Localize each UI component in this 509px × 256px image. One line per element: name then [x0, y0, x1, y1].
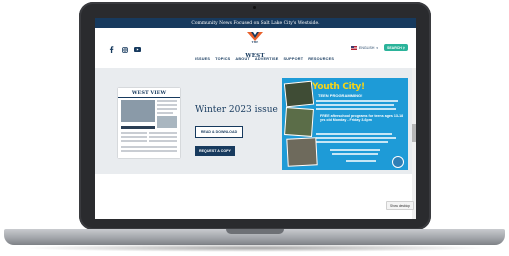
instagram-icon[interactable]: [121, 46, 128, 53]
nav-about[interactable]: ABOUT: [235, 57, 250, 61]
language-label: ENGLISH: [359, 46, 375, 50]
ad-free-text: FREE afterschool programs for teens ages…: [320, 114, 404, 123]
ad-text-line: [316, 100, 398, 102]
text-line: [121, 140, 147, 142]
laptop-shadow: [20, 244, 490, 252]
text-line: [121, 132, 147, 134]
ad-seal-icon: [392, 156, 404, 168]
ad-subtitle: TEEN PROGRAMMING!: [318, 93, 363, 98]
banner-text: Community News Focused on Salt Lake City…: [191, 20, 320, 26]
ad-text-line: [316, 133, 392, 135]
ad-photo-2: [284, 107, 314, 137]
ad-text-line: [316, 137, 396, 139]
ad-text-line: [316, 104, 394, 106]
read-download-button[interactable]: READ & DOWNLOAD: [195, 126, 243, 138]
ad-text-line: [346, 160, 376, 162]
show-desktop-button[interactable]: Show desktop: [386, 201, 414, 210]
chevron-down-icon: ▾: [376, 46, 378, 50]
search-button[interactable]: SEARCH ⚲: [384, 44, 408, 51]
newspaper-cover-image[interactable]: WEST VIEW: [118, 88, 180, 158]
nav-support[interactable]: SUPPORT: [283, 57, 303, 61]
text-line: [149, 140, 177, 142]
issue-title: Winter 2023 issue: [195, 105, 278, 115]
text-line: [157, 104, 177, 106]
ad-text-line: [332, 153, 378, 155]
headline-bar: [121, 126, 155, 129]
text-line: [121, 150, 177, 152]
text-line: [121, 146, 177, 148]
ad-text-line: [316, 141, 388, 143]
nav-topics[interactable]: TOPICS: [215, 57, 230, 61]
top-banner: Community News Focused on Salt Lake City…: [95, 18, 416, 28]
ad-text-line: [316, 108, 396, 110]
ad-title: Youth City!: [312, 82, 365, 92]
scrollbar[interactable]: [412, 68, 416, 219]
scroll-thumb[interactable]: [412, 124, 416, 142]
search-icon: ⚲: [402, 45, 405, 50]
laptop-screen: Community News Focused on Salt Lake City…: [95, 18, 416, 219]
ad-text-line: [330, 149, 380, 151]
cover-photo: [121, 100, 155, 122]
webcam: [253, 6, 256, 9]
text-line: [157, 108, 177, 110]
request-copy-button[interactable]: REQUEST A COPY: [195, 146, 235, 156]
youth-city-ad[interactable]: Youth City! TEEN PROGRAMMING! FREE after…: [282, 78, 408, 170]
newspaper-body: [121, 100, 177, 156]
side-photo: [157, 116, 177, 128]
text-line: [149, 136, 177, 138]
text-line: [149, 132, 177, 134]
nav-resources[interactable]: RESOURCES: [308, 57, 334, 61]
featured-issue-section: WEST VIEW Winter 2023 issue READ & DOWNL…: [95, 68, 416, 174]
text-line: [121, 136, 147, 138]
logo-prefix: THE: [251, 41, 259, 44]
nav-issues[interactable]: ISSUES: [195, 57, 210, 61]
ad-photo-3: [286, 137, 318, 167]
language-selector[interactable]: ENGLISH ▾: [351, 46, 378, 50]
site-header: THE WEST VIEW ISSUES TOPICS ABOUT ADVERT…: [95, 28, 416, 77]
newspaper-masthead: WEST VIEW: [118, 88, 180, 98]
text-line: [157, 100, 177, 102]
us-flag-icon: [351, 46, 357, 50]
main-nav: ISSUES TOPICS ABOUT ADVERTISE SUPPORT RE…: [195, 57, 334, 61]
search-label: SEARCH: [387, 45, 402, 50]
laptop-hinge-notch: [226, 229, 284, 234]
ad-photo-1: [283, 80, 315, 108]
social-links: [108, 46, 141, 53]
text-line: [157, 112, 173, 114]
nav-advertise[interactable]: ADVERTISE: [255, 57, 279, 61]
facebook-icon[interactable]: [108, 46, 115, 53]
logo-chevron-icon: [247, 32, 263, 41]
youtube-icon[interactable]: [134, 46, 141, 53]
